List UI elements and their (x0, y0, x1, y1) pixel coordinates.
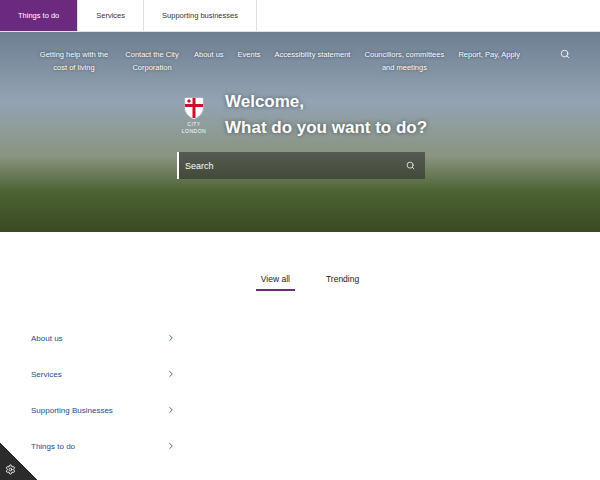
search-icon[interactable] (406, 161, 415, 170)
nav-item[interactable]: Events (238, 48, 261, 61)
content: View allTrendingAbout usServicesSupporti… (0, 232, 600, 464)
category-item[interactable]: Supporting Businesses (31, 392, 176, 428)
nav-item[interactable]: Report, Pay, Apply (458, 48, 520, 61)
hero: Getting help with the cost of living Cont… (0, 32, 600, 232)
nav-item[interactable]: Contact the City Corporation (124, 48, 180, 74)
category-item[interactable]: Things to do (31, 428, 176, 464)
view-tab[interactable]: Trending (321, 272, 364, 291)
cookie-settings[interactable] (0, 442, 38, 480)
chevron-right-icon (166, 405, 176, 415)
chevron-right-icon (166, 333, 176, 343)
nav-item[interactable]: Accessibility statement (275, 48, 351, 61)
nav-item[interactable]: Getting help with the cost of living (38, 48, 110, 74)
chevron-right-icon (166, 441, 176, 451)
page: Things to doServicesSupporting businesse… (0, 0, 600, 480)
search-placeholder: Search (185, 161, 214, 171)
hero-title: Welcome, (225, 92, 427, 112)
heading: CITYLONDON Welcome, What do you want to do… (177, 92, 600, 138)
view-tabs: View all Trending (0, 272, 600, 291)
top-tab[interactable]: Things to do (0, 0, 78, 31)
search-icon[interactable] (560, 48, 570, 59)
nav-item[interactable]: About us (194, 48, 224, 61)
nav-item[interactable]: Councillors, committees and meetings (364, 48, 444, 74)
top-bar: Things to doServicesSupporting businesse… (0, 0, 600, 32)
main-nav: Getting help with the cost of living Cont… (0, 32, 600, 92)
search-field[interactable]: Search (177, 152, 425, 179)
logo: CITYLONDON (177, 96, 211, 134)
view-tab[interactable]: View all (256, 272, 295, 291)
crest-icon (183, 96, 205, 120)
logo-text: CITY (187, 121, 200, 127)
top-tab[interactable]: Supporting businesses (144, 0, 257, 31)
category-item[interactable]: About us (31, 320, 176, 356)
category-list: About usServicesSupporting BusinessesThi… (0, 291, 600, 464)
chevron-right-icon (166, 369, 176, 379)
gear-icon (5, 464, 16, 475)
category-item[interactable]: Services (31, 356, 176, 392)
welcome: CITYLONDON Welcome, What do you want to do… (0, 92, 600, 179)
logo-text: LONDON (182, 128, 206, 134)
hero-title: What do you want to do? (225, 118, 427, 138)
top-tab[interactable]: Services (78, 0, 144, 31)
